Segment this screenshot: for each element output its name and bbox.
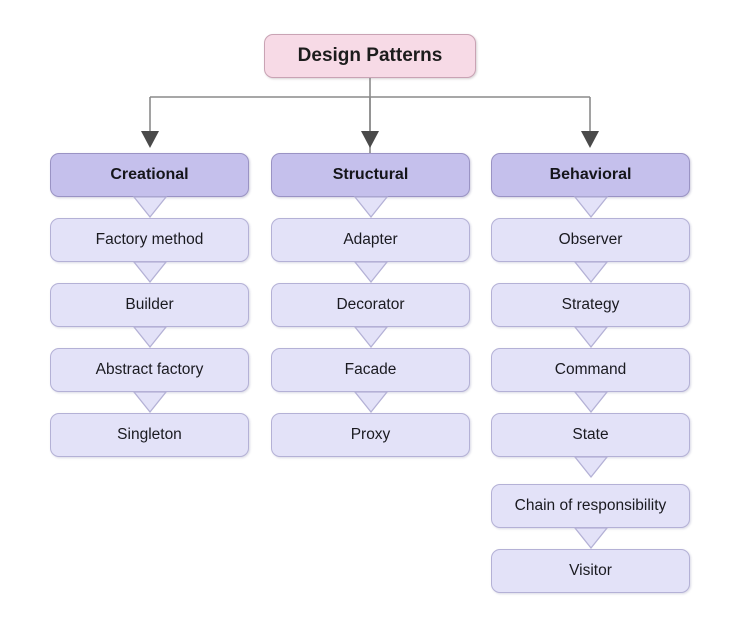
- category-header-label: Behavioral: [549, 165, 632, 183]
- connector-wedge: [132, 261, 168, 284]
- bus-arrowheads: [141, 131, 599, 148]
- root-node-design-patterns[interactable]: Design Patterns: [264, 34, 476, 78]
- pattern-node-label: Visitor: [569, 562, 612, 580]
- connector-wedge: [132, 326, 168, 349]
- pattern-node[interactable]: State: [491, 413, 690, 457]
- pattern-node[interactable]: Command: [491, 348, 690, 392]
- pattern-node-label: Chain of responsibility: [514, 497, 667, 515]
- pattern-node[interactable]: Proxy: [271, 413, 470, 457]
- pattern-node-label: Proxy: [350, 426, 391, 444]
- design-patterns-diagram: Design Patterns Creational Factory metho…: [0, 0, 750, 623]
- root-node-label: Design Patterns: [297, 45, 443, 67]
- pattern-node-label: Facade: [344, 361, 397, 379]
- pattern-node-label: Decorator: [336, 296, 405, 314]
- connector-wedge: [132, 391, 168, 414]
- category-header-creational[interactable]: Creational: [50, 153, 249, 197]
- pattern-node[interactable]: Adapter: [271, 218, 470, 262]
- pattern-node[interactable]: Builder: [50, 283, 249, 327]
- pattern-node-label: Singleton: [117, 426, 182, 444]
- connector-wedge: [573, 196, 609, 219]
- pattern-node[interactable]: Factory method: [50, 218, 249, 262]
- pattern-node-label: Abstract factory: [95, 361, 204, 379]
- pattern-node[interactable]: Facade: [271, 348, 470, 392]
- connector-wedge: [573, 391, 609, 414]
- category-header-label: Structural: [332, 165, 409, 183]
- pattern-node-label: State: [572, 426, 609, 444]
- pattern-node[interactable]: Decorator: [271, 283, 470, 327]
- pattern-node[interactable]: Chain of responsibility: [491, 484, 690, 528]
- connector-wedge: [353, 326, 389, 349]
- connector-wedge: [573, 326, 609, 349]
- pattern-node-label: Adapter: [343, 231, 398, 249]
- pattern-node-label: Builder: [125, 296, 174, 314]
- category-header-structural[interactable]: Structural: [271, 153, 470, 197]
- pattern-node[interactable]: Observer: [491, 218, 690, 262]
- category-header-behavioral[interactable]: Behavioral: [491, 153, 690, 197]
- pattern-node[interactable]: Abstract factory: [50, 348, 249, 392]
- connector-wedge: [353, 261, 389, 284]
- pattern-node[interactable]: Singleton: [50, 413, 249, 457]
- pattern-node[interactable]: Visitor: [491, 549, 690, 593]
- pattern-node-label: Factory method: [95, 231, 204, 249]
- connector-wedge: [573, 261, 609, 284]
- connector-wedge: [573, 527, 609, 550]
- pattern-node-label: Strategy: [561, 296, 620, 314]
- connector-wedge: [353, 391, 389, 414]
- category-header-label: Creational: [110, 165, 189, 183]
- pattern-node-label: Command: [554, 361, 627, 379]
- root-connector-bus: [141, 78, 599, 178]
- connector-wedge: [573, 456, 609, 479]
- pattern-node-label: Observer: [558, 231, 623, 249]
- connector-wedge: [353, 196, 389, 219]
- connector-wedge: [132, 196, 168, 219]
- pattern-node[interactable]: Strategy: [491, 283, 690, 327]
